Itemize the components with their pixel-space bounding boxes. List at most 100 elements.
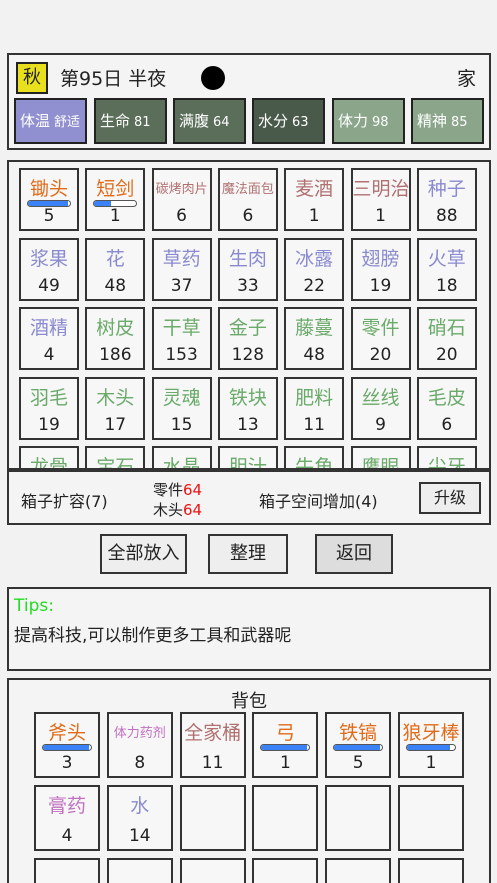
bag-item-count: 1 <box>425 753 437 773</box>
storage-item-name: 碳烤肉片 <box>155 182 208 197</box>
storage-grid[interactable]: 锄头 5 短剑 1 碳烤肉片 6 魔法面包 6 麦酒 1 三明治 1 种子 88 浆果 49 花 48 草药 37 生肉… <box>7 160 491 470</box>
stat-4: 体力 98 <box>332 98 405 144</box>
bag-slot[interactable]: 体力药剂 8 <box>106 712 173 778</box>
requirement-parts-amount: 64 <box>183 481 203 499</box>
storage-slot[interactable]: 铁块 13 <box>217 376 278 440</box>
stat-value: 98 <box>372 115 389 130</box>
storage-slot[interactable]: 干草 153 <box>151 307 212 370</box>
bag-slot[interactable]: 狼牙棒 1 <box>398 712 464 778</box>
bag-item-name: 全家桶 <box>184 722 242 744</box>
storage-slot[interactable]: 草药 37 <box>151 237 212 301</box>
storage-slot[interactable]: 肥料 11 <box>284 376 345 440</box>
storage-item-count: 1 <box>375 206 386 226</box>
storage-item-count: 13 <box>237 414 259 435</box>
storage-slot[interactable]: 牛角 <box>284 446 345 468</box>
storage-slot[interactable]: 藤蔓 48 <box>284 307 345 370</box>
storage-slot[interactable]: 金子 128 <box>217 307 278 370</box>
storage-slot[interactable]: 浆果 49 <box>19 237 79 301</box>
storage-item-count: 49 <box>38 275 60 296</box>
bag-slot[interactable] <box>325 785 392 851</box>
bag-slot[interactable] <box>106 858 173 883</box>
storage-slot[interactable]: 冰露 22 <box>284 237 345 301</box>
storage-slot[interactable]: 魔法面包 6 <box>217 168 278 231</box>
storage-slot[interactable]: 鹰眼 <box>350 446 411 468</box>
storage-slot[interactable]: 种子 88 <box>416 168 477 231</box>
storage-item-name: 铁块 <box>228 386 267 409</box>
status-panel: 秋 第95日 半夜 家 体温 舒适 生命 81 满腹 64 水分 63 体力 98 精神 85 <box>7 53 491 150</box>
upgrade-button[interactable]: 升级 <box>419 482 481 514</box>
storage-item-name: 宝石 <box>96 456 135 470</box>
storage-item-name: 翅膀 <box>361 247 400 270</box>
storage-slot[interactable]: 尖牙 <box>416 446 477 468</box>
storage-item-name: 锄头 <box>29 178 68 200</box>
bag-slot[interactable]: 斧头 3 <box>34 712 100 778</box>
bag-slot[interactable] <box>325 858 392 883</box>
durability-bar <box>333 744 384 751</box>
storage-slot[interactable]: 木头 17 <box>85 376 146 440</box>
stat-label: 体力 <box>338 112 369 130</box>
storage-expand-bar: 箱子扩容(7) 零件64 木头64 箱子空间增加(4) 升级 <box>7 470 491 525</box>
storage-slot[interactable]: 毛皮 6 <box>416 376 477 440</box>
storage-slot[interactable]: 硝石 20 <box>416 307 477 370</box>
storage-slot[interactable]: 麦酒 1 <box>284 168 345 231</box>
bag-slot[interactable]: 膏药 4 <box>34 785 100 851</box>
bag-slot[interactable] <box>179 785 246 851</box>
stat-value: 81 <box>134 115 151 130</box>
storage-slot[interactable]: 生肉 33 <box>217 237 278 301</box>
storage-item-count: 6 <box>242 206 254 226</box>
storage-item-name: 种子 <box>427 178 466 200</box>
storage-slot[interactable]: 花 48 <box>85 237 146 301</box>
requirement-parts: 零件64 <box>153 479 202 500</box>
requirement-wood: 木头64 <box>153 499 202 520</box>
storage-item-name: 龙骨 <box>29 456 68 470</box>
bag-slot[interactable]: 铁镐 5 <box>325 712 392 778</box>
bag-slot[interactable]: 全家桶 11 <box>179 712 246 778</box>
storage-item-name: 灵魂 <box>162 386 201 409</box>
storage-item-name: 零件 <box>361 317 400 339</box>
bag-slot[interactable]: 弓1 <box>252 712 319 778</box>
storage-slot[interactable]: 碳烤肉片 6 <box>151 168 212 231</box>
storage-item-name: 冰露 <box>295 247 334 270</box>
storage-slot[interactable]: 三明治 1 <box>350 168 411 231</box>
storage-slot[interactable]: 宝石 <box>85 446 146 470</box>
storage-slot[interactable]: 树皮 186 <box>85 307 146 370</box>
storage-slot[interactable]: 零件 20 <box>350 307 411 370</box>
storage-item-count: 33 <box>237 275 259 296</box>
bag-slot[interactable]: 水 14 <box>106 785 173 851</box>
tips-panel: Tips: 提高科技,可以制作更多工具和武器呢 <box>7 587 491 671</box>
storage-slot[interactable]: 灵魂 15 <box>151 376 212 440</box>
storage-slot[interactable]: 翅膀 19 <box>350 237 411 301</box>
sort-button[interactable]: 整理 <box>208 534 288 574</box>
storage-slot[interactable]: 短剑 1 <box>85 168 146 231</box>
storage-item-count: 153 <box>165 345 198 365</box>
back-button[interactable]: 返回 <box>315 534 393 574</box>
storage-item-name: 金子 <box>228 317 267 339</box>
storage-slot[interactable]: 胆汁 <box>217 446 278 468</box>
storage-slot[interactable]: 龙骨 <box>19 446 79 470</box>
bag-item-name: 弓 <box>275 722 295 744</box>
storage-item-count: 20 <box>369 345 392 365</box>
bag-slot[interactable] <box>398 858 464 883</box>
storage-item-count: 22 <box>303 275 325 296</box>
put-all-button[interactable]: 全部放入 <box>100 534 187 574</box>
tips-text: 提高科技,可以制作更多工具和武器呢 <box>14 626 292 646</box>
storage-slot[interactable]: 丝线 9 <box>350 376 411 440</box>
bag-slot[interactable] <box>179 858 246 883</box>
bag-slot[interactable] <box>34 858 100 883</box>
storage-item-name: 火草 <box>427 247 466 270</box>
bag-slot[interactable] <box>398 785 464 851</box>
durability-bar <box>260 744 311 751</box>
backpack-panel[interactable]: 背包 斧头 3 体力药剂 8 全家桶 11 弓 1 铁镐 5 狼牙棒 1 膏药 4 水 14 <box>7 678 491 883</box>
location-label: 家 <box>456 68 476 90</box>
storage-item-name: 魔法面包 <box>221 182 274 197</box>
storage-slot[interactable]: 羽毛 19 <box>19 376 79 440</box>
bag-slot[interactable] <box>252 858 319 883</box>
storage-slot[interactable]: 酒精 4 <box>19 307 79 370</box>
bag-slot[interactable] <box>252 785 319 851</box>
storage-slot[interactable]: 水晶 <box>151 446 212 468</box>
storage-slot[interactable]: 锄头 5 <box>19 168 79 231</box>
stat-value: 85 <box>451 115 468 130</box>
storage-item-name: 树皮 <box>96 317 135 339</box>
storage-item-name: 肥料 <box>295 386 334 409</box>
storage-slot[interactable]: 火草 18 <box>416 237 477 301</box>
